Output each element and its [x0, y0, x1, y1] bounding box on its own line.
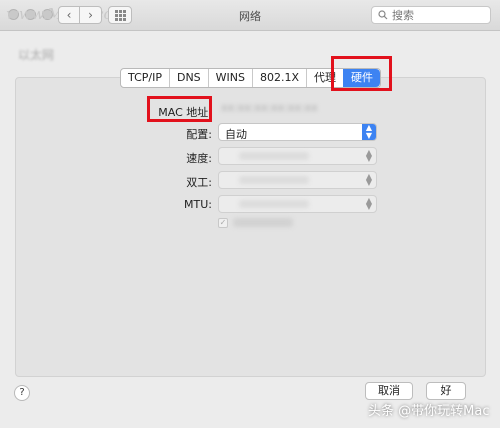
duplex-select[interactable]: ▲ ▼ — [218, 171, 377, 189]
highlight-hardware-tab — [331, 56, 392, 91]
checkbox-label — [233, 218, 293, 227]
chevron-updown-icon: ▲ ▼ — [365, 172, 372, 187]
search-input[interactable] — [392, 8, 472, 22]
chevron-updown-icon: ▲ ▼ — [365, 196, 372, 211]
help-button[interactable]: ? — [14, 385, 30, 401]
mtu-label: MTU: — [184, 198, 212, 211]
highlight-mac-address — [147, 96, 212, 122]
config-select[interactable]: 自动 ▲ ▼ — [218, 123, 377, 141]
ok-button[interactable]: 好 — [426, 382, 466, 400]
search-icon — [378, 10, 388, 20]
speed-label: 速度: — [186, 152, 212, 165]
hardware-panel — [15, 77, 486, 377]
config-value: 自动 — [225, 128, 247, 141]
chevron-updown-icon: ▲ ▼ — [365, 148, 372, 163]
footer-watermark: 头条 @带你玩转Mac — [368, 404, 490, 419]
mtu-select[interactable]: ▲ ▼ — [218, 195, 377, 213]
tab-dns[interactable]: DNS — [168, 69, 208, 87]
duplex-label: 双工: — [186, 176, 212, 189]
breadcrumb: 以太网 — [18, 48, 55, 62]
title-bar: www.MacZ.com ‹ › 网络 — [0, 0, 500, 31]
jumbo-checkbox[interactable]: ✓ — [218, 218, 228, 228]
mac-address-value: xx:xx:xx:xx:xx:xx — [221, 101, 318, 114]
tab-wins[interactable]: WINS — [207, 69, 253, 87]
chevron-updown-icon: ▲ ▼ — [362, 124, 376, 140]
tab-tcpip[interactable]: TCP/IP — [121, 69, 169, 87]
cancel-button[interactable]: 取消 — [365, 382, 413, 400]
config-label: 配置: — [186, 128, 212, 141]
speed-select[interactable]: ▲ ▼ — [218, 147, 377, 165]
search-field[interactable] — [371, 6, 491, 24]
tab-8021x[interactable]: 802.1X — [252, 69, 307, 87]
